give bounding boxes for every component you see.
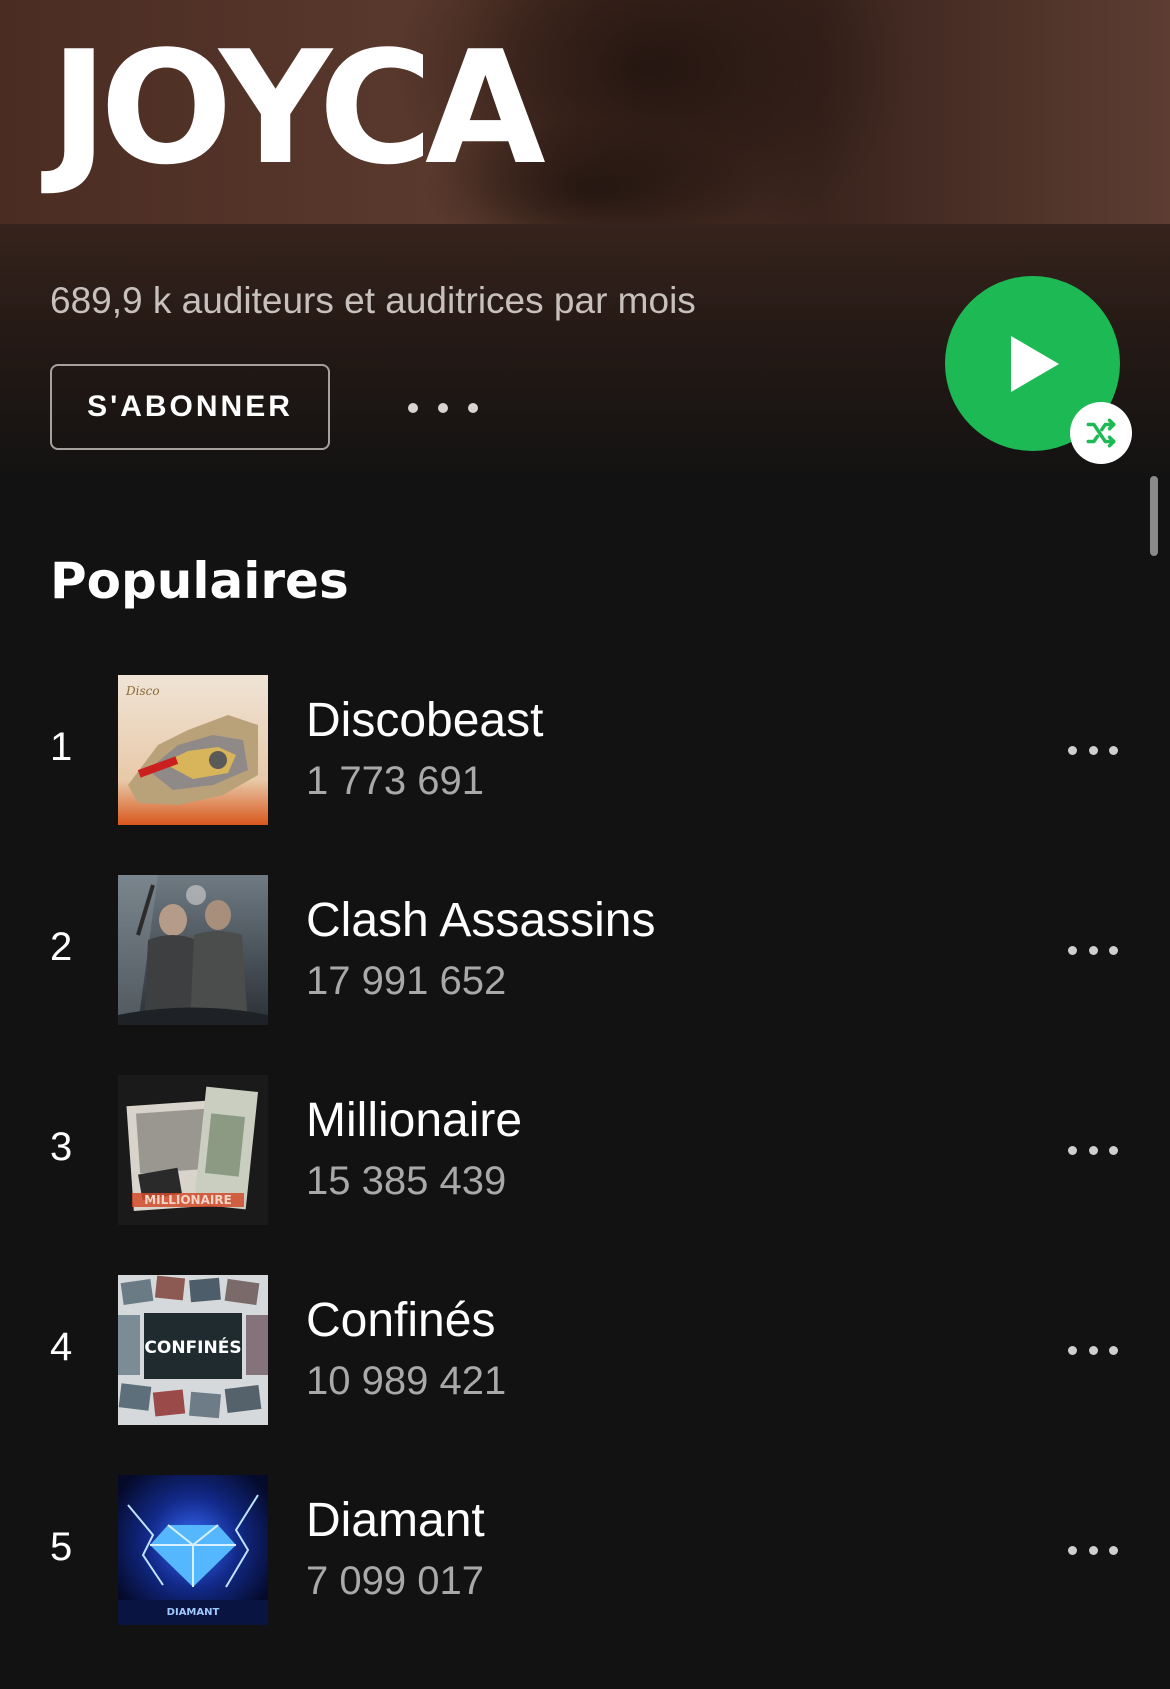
dot <box>1088 1345 1098 1355</box>
album-cover-millionaire: MILLIONAIRE <box>118 1075 268 1225</box>
track-more-icon[interactable] <box>1068 1335 1118 1365</box>
play-icon <box>1010 335 1059 392</box>
track-rank: 4 <box>50 1325 73 1369</box>
cover-text: CONFINÉS <box>144 1336 241 1358</box>
track-play-count: 10 989 421 <box>306 1359 507 1403</box>
track-play-count: 1 773 691 <box>306 759 484 803</box>
dot <box>1109 1145 1118 1155</box>
track-row[interactable]: 3 MILLIONAIRE Millionaire 15 385 439 <box>0 1075 1170 1225</box>
track-more-icon[interactable] <box>1068 935 1118 965</box>
track-play-count: 7 099 017 <box>306 1559 484 1603</box>
dot <box>1088 1145 1098 1155</box>
track-more-icon[interactable] <box>1068 1135 1118 1165</box>
dot <box>1068 1145 1077 1155</box>
track-rank: 2 <box>50 925 73 969</box>
track-row[interactable]: 4 CONFINÉS Confinés 10 989 421 <box>0 1275 1170 1425</box>
track-more-icon[interactable] <box>1068 735 1118 765</box>
track-row[interactable]: 5 DIAMANT Diamant 7 099 017 <box>0 1475 1170 1625</box>
dot <box>1068 945 1077 955</box>
track-rank: 3 <box>50 1125 73 1169</box>
track-rank: 1 <box>50 725 73 769</box>
track-title: Diamant <box>306 1494 485 1547</box>
track-row[interactable]: 1 Disco Discobeast 1 773 691 <box>0 675 1170 825</box>
track-more-icon[interactable] <box>1068 1535 1118 1565</box>
track-rank: 5 <box>50 1525 73 1569</box>
dot <box>1109 745 1118 755</box>
album-cover-confines: CONFINÉS <box>118 1275 268 1425</box>
cover-text: MILLIONAIRE <box>144 1193 232 1207</box>
album-cover-discobeast: Disco <box>118 675 268 825</box>
artist-name: JOYCA <box>50 17 546 199</box>
dot <box>1068 1545 1077 1555</box>
track-play-count: 17 991 652 <box>306 959 507 1003</box>
track-title: Millionaire <box>306 1094 523 1147</box>
popular-section-title: Populaires <box>50 552 349 610</box>
dot <box>438 403 448 413</box>
shuffle-button[interactable] <box>1070 402 1132 464</box>
track-title: Clash Assassins <box>306 894 656 947</box>
dot <box>468 403 478 413</box>
track-play-count: 15 385 439 <box>306 1159 507 1203</box>
artist-hero-image: JOYCA <box>0 0 1170 224</box>
more-options-icon[interactable] <box>408 392 478 424</box>
track-title: Confinés <box>306 1294 496 1347</box>
scrollbar-thumb[interactable] <box>1150 476 1158 556</box>
dot <box>1068 1345 1077 1355</box>
shuffle-icon <box>1086 418 1116 448</box>
dot <box>1088 945 1098 955</box>
album-cover-clash-assassins <box>118 875 268 1025</box>
dot <box>408 403 418 413</box>
dot <box>1109 1345 1118 1355</box>
follow-button[interactable]: S'ABONNER <box>50 364 330 450</box>
svg-text:Disco: Disco <box>125 684 160 698</box>
dot <box>1088 745 1098 755</box>
dot <box>1109 945 1118 955</box>
dot <box>1088 1545 1098 1555</box>
monthly-listeners: 689,9 k auditeurs et auditrices par mois <box>50 280 696 321</box>
dot <box>1068 745 1077 755</box>
cover-text: DIAMANT <box>167 1607 220 1618</box>
album-cover-diamant: DIAMANT <box>118 1475 268 1625</box>
track-row[interactable]: 2 Clash Assassins 17 991 652 <box>0 875 1170 1025</box>
track-title: Discobeast <box>306 694 544 747</box>
dot <box>1109 1545 1118 1555</box>
